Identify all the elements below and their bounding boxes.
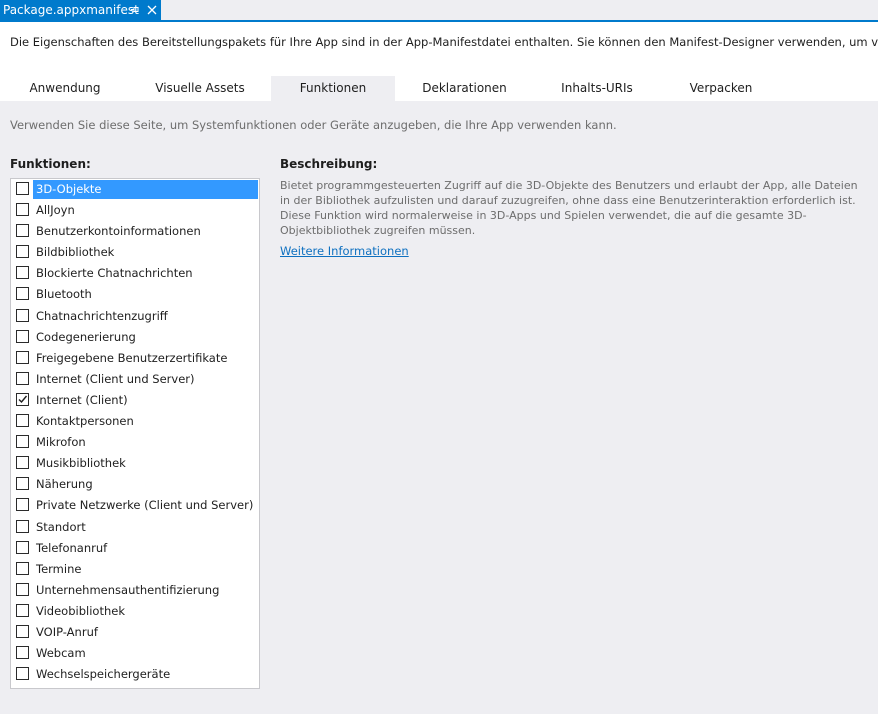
capability-label: 3D-Objekte xyxy=(33,180,258,199)
tab-visuelle-assets[interactable]: Visuelle Assets xyxy=(130,76,270,101)
capability-checkbox[interactable] xyxy=(16,519,29,533)
capability-item[interactable]: Private Netzwerke (Client und Server) xyxy=(11,495,259,516)
intro-text: Die Eigenschaften des Bereitstellungspak… xyxy=(10,35,878,49)
capability-label: Freigegebene Benutzerzertifikate xyxy=(36,350,228,365)
capability-item[interactable]: Musikbibliothek xyxy=(11,453,259,474)
capability-item[interactable]: Benutzerkontoinformationen xyxy=(11,221,259,242)
capability-label: Wechselspeichergeräte xyxy=(36,667,171,682)
capability-item[interactable]: Chatnachrichtenzugriff xyxy=(11,306,259,327)
capability-label: Benutzerkontoinformationen xyxy=(36,224,201,239)
capability-label: Unternehmensauthentifizierung xyxy=(36,582,220,597)
page-description: Verwenden Sie diese Seite, um Systemfunk… xyxy=(10,118,617,132)
capability-item[interactable]: Internet (Client) xyxy=(11,390,259,411)
capability-item[interactable]: VOIP-Anruf xyxy=(11,622,259,643)
capabilities-page: Verwenden Sie diese Seite, um Systemfunk… xyxy=(0,101,878,714)
capability-checkbox[interactable] xyxy=(16,646,29,660)
capability-checkbox[interactable] xyxy=(16,329,29,343)
capability-checkbox[interactable] xyxy=(16,667,29,681)
capability-item[interactable]: Blockierte Chatnachrichten xyxy=(11,263,259,284)
document-tab-strip: Package.appxmanifest xyxy=(0,0,878,22)
capability-checkbox[interactable] xyxy=(16,266,29,280)
document-tab-title: Package.appxmanifest xyxy=(3,3,139,17)
capability-checkbox[interactable] xyxy=(16,350,29,364)
capability-label: Termine xyxy=(36,561,82,576)
capability-checkbox[interactable] xyxy=(16,203,29,217)
capability-item[interactable]: Näherung xyxy=(11,474,259,495)
capability-label: Internet (Client) xyxy=(36,392,128,407)
manifest-header: Die Eigenschaften des Bereitstellungspak… xyxy=(0,22,878,101)
capability-label: Kontaktpersonen xyxy=(36,414,134,429)
tab-verpacken[interactable]: Verpacken xyxy=(662,76,780,101)
capability-checkbox[interactable] xyxy=(16,540,29,554)
capability-label: Videobibliothek xyxy=(36,603,125,618)
capability-item[interactable]: Standort xyxy=(11,517,259,538)
capability-label: Chatnachrichtenzugriff xyxy=(36,308,168,323)
capability-item[interactable]: Bluetooth xyxy=(11,284,259,305)
capability-item[interactable]: Wechselspeichergeräte xyxy=(11,664,259,685)
tab-deklarationen[interactable]: Deklarationen xyxy=(397,76,532,101)
description-header: Beschreibung: xyxy=(280,157,378,171)
capability-item[interactable]: Internet (Client und Server) xyxy=(11,369,259,390)
capability-checkbox[interactable] xyxy=(16,456,29,470)
capability-checkbox[interactable] xyxy=(16,561,29,575)
capability-label: Webcam xyxy=(36,646,86,661)
capability-checkbox[interactable] xyxy=(16,182,29,195)
capability-label: Internet (Client und Server) xyxy=(36,371,195,386)
designer-tabs: Anwendung Visuelle Assets Funktionen Dek… xyxy=(0,76,878,101)
capability-checkbox[interactable] xyxy=(16,308,29,322)
capability-item[interactable]: Videobibliothek xyxy=(11,601,259,622)
pin-icon[interactable] xyxy=(129,3,141,16)
capability-checkbox[interactable] xyxy=(16,414,29,428)
capability-item[interactable]: Freigegebene Benutzerzertifikate xyxy=(11,348,259,369)
capability-label: VOIP-Anruf xyxy=(36,624,98,639)
capability-label: Näherung xyxy=(36,477,93,492)
capability-label: Bildbibliothek xyxy=(36,245,115,260)
capability-item[interactable]: Webcam xyxy=(11,643,259,664)
capability-label: Blockierte Chatnachrichten xyxy=(36,266,193,281)
capability-item[interactable]: Telefonanruf xyxy=(11,538,259,559)
capability-checkbox[interactable] xyxy=(16,477,29,491)
capability-item[interactable]: 3D-Objekte xyxy=(11,179,259,200)
capability-label: AllJoyn xyxy=(36,203,75,218)
capabilities-header: Funktionen: xyxy=(10,157,91,171)
tab-anwendung[interactable]: Anwendung xyxy=(0,76,130,101)
close-icon[interactable] xyxy=(146,3,158,16)
capability-label: Codegenerierung xyxy=(36,329,136,344)
capability-checkbox[interactable] xyxy=(16,392,29,406)
capability-label: Standort xyxy=(36,519,86,534)
capability-checkbox[interactable] xyxy=(16,603,29,617)
tab-inhalts-uris[interactable]: Inhalts-URIs xyxy=(532,76,662,101)
capability-checkbox[interactable] xyxy=(16,435,29,449)
capability-label: Telefonanruf xyxy=(36,540,108,555)
capability-item[interactable]: AllJoyn xyxy=(11,200,259,221)
capabilities-list[interactable]: 3D-Objekte AllJoyn Benutzerkontoinformatio… xyxy=(10,178,260,689)
tab-funktionen[interactable]: Funktionen xyxy=(271,76,395,101)
capability-item[interactable]: Unternehmensauthentifizierung xyxy=(11,580,259,601)
capability-label: Private Netzwerke (Client und Server) xyxy=(36,498,254,513)
capability-checkbox[interactable] xyxy=(16,371,29,385)
capability-label: Mikrofon xyxy=(36,435,86,450)
capability-checkbox[interactable] xyxy=(16,245,29,259)
capability-checkbox[interactable] xyxy=(16,287,29,301)
capability-item[interactable]: Mikrofon xyxy=(11,432,259,453)
more-info-link[interactable]: Weitere Informationen xyxy=(280,244,409,258)
capability-checkbox[interactable] xyxy=(16,224,29,238)
capability-checkbox[interactable] xyxy=(16,582,29,596)
document-tab[interactable]: Package.appxmanifest xyxy=(0,0,161,20)
capability-label: Musikbibliothek xyxy=(36,456,126,471)
capability-item[interactable]: Kontaktpersonen xyxy=(11,411,259,432)
capability-item[interactable]: Bildbibliothek xyxy=(11,242,259,263)
capability-item[interactable]: Termine xyxy=(11,559,259,580)
checkmark-icon xyxy=(18,395,28,403)
capability-checkbox[interactable] xyxy=(16,624,29,638)
capability-label: Bluetooth xyxy=(36,287,92,302)
capability-checkbox[interactable] xyxy=(16,498,29,512)
description-text: Bietet programmgesteuerten Zugriff auf d… xyxy=(280,179,858,237)
capability-item[interactable]: Codegenerierung xyxy=(11,327,259,348)
